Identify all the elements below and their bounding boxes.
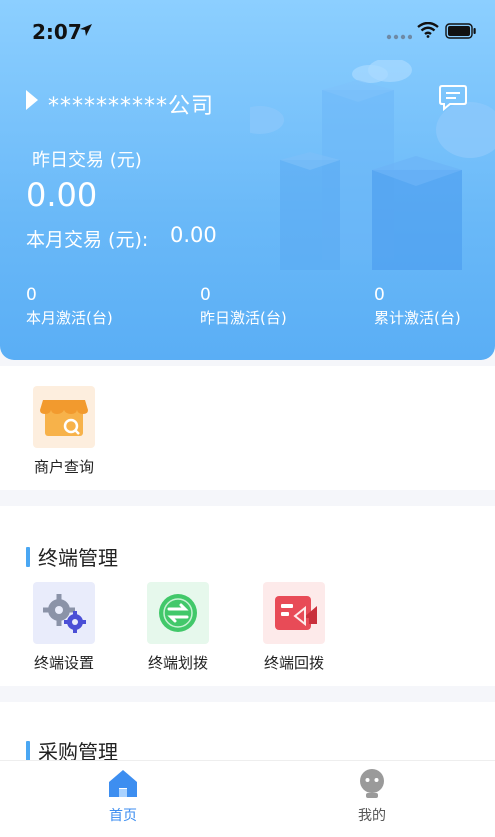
section-accent-bar [26, 547, 30, 567]
stat-label: 昨日激活(台) [200, 309, 287, 327]
stat-month-activation: 0 本月激活(台) [26, 285, 113, 328]
signal-dots-icon [386, 34, 412, 40]
stat-label: 本月激活(台) [26, 309, 113, 327]
status-bar: 2:07 [0, 0, 495, 62]
stat-total-activation: 0 累计激活(台) [374, 285, 461, 328]
transfer-arrows-icon [147, 582, 209, 644]
quick-card: 商户查询 [0, 366, 495, 490]
month-trade-label: 本月交易 (元): [26, 229, 149, 251]
user-icon [360, 769, 384, 798]
header-banner: 2:07 **********公司 昨日交易 (元) 0.00 本月交易 (元)… [0, 0, 495, 360]
tab-mine-label: 我的 [358, 808, 386, 824]
bottom-tab-bar: 首页 我的 [0, 760, 495, 837]
tab-home-label: 首页 [109, 808, 137, 824]
terminal-return-label: 终端回拨 [263, 654, 324, 672]
tab-home[interactable]: 首页 [73, 767, 173, 825]
yesterday-trade-value: 0.00 [26, 176, 98, 214]
section-accent-bar [26, 741, 30, 761]
month-trade-value: 0.00 [170, 223, 217, 247]
terminal-management-card: 终端管理 终端设置 终端划拨 终端回拨 [0, 506, 495, 686]
wifi-icon [417, 22, 439, 38]
section-title-terminal: 终端管理 [26, 542, 118, 571]
terminal-settings-tile[interactable]: 终端设置 [16, 582, 112, 673]
status-time: 2:07 [32, 20, 82, 44]
merchant-query-tile[interactable]: 商户查询 [16, 386, 112, 477]
triangle-right-icon [26, 90, 38, 110]
location-arrow-icon [80, 24, 92, 36]
company-name: **********公司 [48, 94, 215, 119]
home-icon [109, 770, 137, 797]
section-title-text: 终端管理 [38, 546, 118, 570]
terminal-transfer-tile[interactable]: 终端划拨 [130, 582, 226, 673]
stat-value: 0 [200, 285, 211, 305]
tab-mine[interactable]: 我的 [322, 767, 422, 825]
yesterday-trade-label: 昨日交易 (元) [32, 150, 142, 171]
gears-icon [33, 582, 95, 644]
stat-value: 0 [26, 285, 37, 305]
terminal-return-tile[interactable]: 终端回拨 [246, 582, 342, 673]
stat-label: 累计激活(台) [374, 309, 461, 327]
stat-yesterday-activation: 0 昨日激活(台) [200, 285, 287, 328]
stat-value: 0 [374, 285, 385, 305]
terminal-settings-label: 终端设置 [33, 654, 94, 672]
battery-icon [445, 23, 476, 39]
store-search-icon [33, 386, 95, 448]
terminal-transfer-label: 终端划拨 [147, 654, 208, 672]
return-card-icon [263, 582, 325, 644]
merchant-query-label: 商户查询 [33, 458, 94, 476]
message-icon[interactable] [438, 84, 468, 112]
